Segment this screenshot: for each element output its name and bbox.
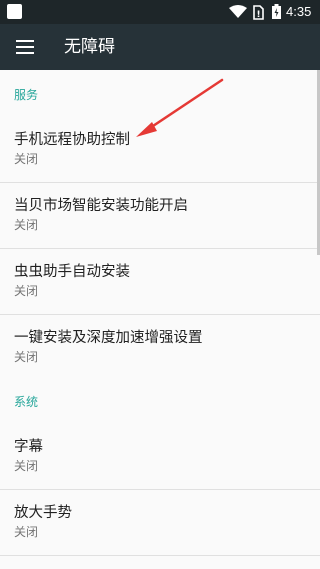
divider — [0, 555, 320, 556]
item-summary: 关闭 — [14, 218, 39, 232]
svg-text:!: ! — [256, 10, 260, 20]
list-item-one-key-install[interactable]: 一键安装及深度加速增强设置 关闭 — [0, 315, 320, 380]
no-sim-icon: ! — [253, 5, 264, 20]
list-item-chongchong-install[interactable]: 虫虫助手自动安装 关闭 — [0, 249, 320, 314]
item-title: 手机远程协助控制 — [14, 132, 130, 148]
item-title: 放大手势 — [14, 505, 72, 521]
menu-icon[interactable] — [16, 40, 34, 54]
item-title: 一键安装及深度加速增强设置 — [14, 330, 203, 346]
app-bar: 无障碍 — [0, 24, 320, 70]
item-summary: 关闭 — [14, 350, 39, 364]
item-title: 当贝市场智能安装功能开启 — [14, 198, 188, 214]
status-bar: ! 4:35 — [0, 0, 320, 24]
wifi-icon — [229, 5, 247, 18]
item-title: 虫虫助手自动安装 — [14, 264, 130, 280]
page-title: 无障碍 — [64, 37, 115, 57]
item-summary: 关闭 — [14, 284, 39, 298]
red-arrow-annotation — [136, 78, 224, 137]
section-header-services: 服务 — [14, 88, 39, 102]
item-title: 字幕 — [14, 439, 43, 455]
battery-icon — [272, 4, 281, 19]
list-item-magnification[interactable]: 放大手势 关闭 — [0, 490, 320, 555]
notification-icon — [7, 4, 22, 19]
item-summary: 关闭 — [14, 152, 39, 166]
item-summary: 关闭 — [14, 525, 39, 539]
section-header-system: 系统 — [14, 395, 39, 409]
clock: 4:35 — [286, 4, 312, 19]
item-summary: 关闭 — [14, 459, 39, 473]
list-item-dangbei-install[interactable]: 当贝市场智能安装功能开启 关闭 — [0, 183, 320, 248]
list-item-captions[interactable]: 字幕 关闭 — [0, 424, 320, 489]
